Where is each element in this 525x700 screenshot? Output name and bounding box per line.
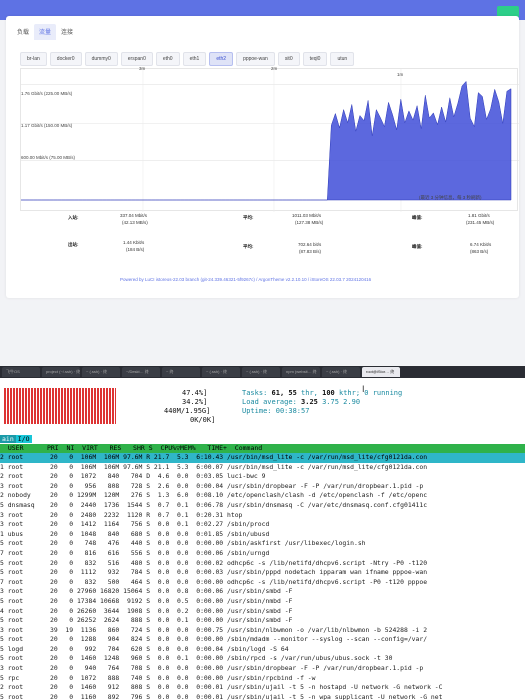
y-label-2: 1.17 Gbit/s (150.00 MB/s) [21,123,73,128]
out-avg-label: 平均: [243,244,254,249]
process-row[interactable]: 4 root 20 0 26260 3644 1908 S 0.0 0.2 0:… [0,607,525,617]
tab-load[interactable]: 负载 [12,24,34,40]
time-mark-1m: 1m [397,72,404,77]
luci-realtime-graphs-page: 负载 流量 连接 br-lan docker0 dummy0 erspan0 eth0 e… [0,0,525,365]
interface-tab-utun[interactable]: utun [330,52,355,66]
in-peak-value: 1.81 Gbit/s [468,213,490,218]
terminal-tab[interactable]: npm (websit… 终 [282,367,320,377]
terminal-window: 飞牛OS project (~/.ssh) · 终 ~ (.ssh) · 终 ~/De… [0,366,525,700]
load-line: Load average: 3.25 3.75 2.90 [242,398,361,406]
interface-tab-dummy0[interactable]: dummy0 [84,52,118,66]
outbound-value: 1.44 Kbit/s [123,240,145,245]
process-row[interactable]: 5 root 20 0 1288 904 824 S 0.0 0.0 0:00.… [0,635,525,645]
process-table: 2 root 20 0 106M 106M 97.6M R 21.7 5.3 6… [0,453,525,700]
terminal-tab[interactable]: ~ (.ssh) · 终 [242,367,280,377]
process-row[interactable]: 5 root 20 0 26252 2624 888 S 0.0 0.1 0:0… [0,616,525,626]
traffic-graph: 3m 2m 1m 1.76 Gbit/s (225.00 MB/s) 1.17 … [20,66,519,212]
process-row[interactable]: 3 root 20 0 956 808 728 S 2.6 0.0 0:00.0… [0,482,525,492]
in-peak-label: 峰值: [412,215,423,220]
terminal-tab[interactable]: ~ 终 [162,367,200,377]
process-row[interactable]: 2 root 20 0 1460 912 808 S 0.0 0.0 0:00.… [0,683,525,693]
cpu2-percent: 34.2%] [182,398,208,406]
inbound-value: 337.04 Mbit/s [120,213,148,218]
process-row[interactable]: 5 root 20 0 1112 932 784 S 0.0 0.0 0:00.… [0,568,525,578]
process-row[interactable]: 7 root 20 0 816 616 556 S 0.0 0.0 0:00.0… [0,549,525,559]
outbound-bytes: (184 B/s) [126,247,145,252]
in-avg-bytes: (127.38 MB/s) [295,220,324,225]
y-label-1: 1.76 Gbit/s (225.00 MB/s) [21,91,73,96]
process-row[interactable]: 3 root 20 0 27960 16820 15064 S 0.0 0.8 … [0,587,525,597]
in-peak-bytes: (231.45 MB/s) [466,220,495,225]
interface-tab-eth2[interactable]: eth2 [209,52,234,66]
process-row[interactable]: 3 root 39 19 1136 860 724 S 0.0 0.0 0:00… [0,626,525,636]
process-row[interactable]: 2 root 20 0 1072 840 704 D 4.6 0.0 0:03.… [0,472,525,482]
photo-composite: { "luci":{ "tabs":["负载","流量","连接"], "act… [0,0,525,700]
out-avg-value: 702.64 bit/s [298,242,322,247]
interface-tabs: br-lan docker0 dummy0 erspan0 eth0 eth1 eth2 pp… [20,52,355,66]
time-mark-3m: 3m [139,66,146,71]
uptime-line: Uptime: 00:38:57 [242,407,310,415]
terminal-tab[interactable]: root@iStor… 终 [362,367,400,377]
interface-tab-br-lan[interactable]: br-lan [20,52,47,66]
process-row[interactable]: 5 root 20 0 1160 892 796 S 0.0 0.0 0:00.… [0,693,525,700]
interface-tab-docker0[interactable]: docker0 [49,52,82,66]
footer-powered-by[interactable]: Powered by LuCI istoreos-22.03 branch (g… [120,277,371,282]
cpu1-percent: 47.4%] [182,389,208,397]
process-row[interactable]: 5 rpc 20 0 1072 888 740 S 0.0 0.0 0:00.0… [0,674,525,684]
traffic-graph-svg [21,69,519,212]
terminal-tab[interactable]: ~ (.ssh) · 终 [202,367,240,377]
interface-tab-pppoe-wan[interactable]: pppoe-wan [236,52,275,66]
process-row[interactable]: 3 root 20 0 2480 2232 1120 R 0.7 0.1 0:2… [0,511,525,521]
cpu-meter-bars [4,388,116,424]
process-row[interactable]: 1 ubus 20 0 1048 840 680 S 0.0 0.0 0:01.… [0,530,525,540]
inbound-bytes: (42.13 MB/s) [122,220,148,225]
inbound-area-series [21,80,512,201]
process-row[interactable]: 5 root 20 0 17384 10668 9192 S 0.0 0.5 0… [0,597,525,607]
interface-tab-sit0[interactable]: sit0 [277,52,300,66]
tab-main[interactable]: ain [0,435,16,443]
tasks-line: Tasks: 61, 55 thr, 100 kthr; 0 running [242,389,403,397]
process-row[interactable]: 5 root 20 0 1460 1248 960 S 0.0 0.1 0:00… [0,654,525,664]
realtime-tabs: 负载 流量 连接 [12,24,78,40]
process-row[interactable]: 5 root 20 0 748 476 440 S 0.0 0.0 0:00.0… [0,539,525,549]
tab-io[interactable]: I/O [15,435,32,443]
window-note: (最近 3 分钟信息，每 3 秒刷新) [419,195,482,200]
y-label-3: 600.00 Mbit/s (75.00 MB/s) [21,155,76,160]
terminal-tab-bar: 飞牛OS project (~/.ssh) · 终 ~ (.ssh) · 终 ~/De… [0,366,525,378]
process-row[interactable]: 5 root 20 0 832 516 480 S 0.0 0.0 0:00.0… [0,559,525,569]
inbound-label: 入站: [68,215,79,220]
tab-connections[interactable]: 连接 [56,24,78,40]
interface-tab-eth1[interactable]: eth1 [182,52,207,66]
tab-traffic[interactable]: 流量 [34,24,57,40]
process-row[interactable]: 5 dnsmasq 20 0 2440 1736 1544 S 0.7 0.1 … [0,501,525,511]
process-row[interactable]: 7 root 20 0 832 500 464 S 0.0 0.0 0:00.0… [0,578,525,588]
process-table-header[interactable]: USER PRI NI VIRT RES SHR S CPU%▽MEM% TIM… [0,444,525,453]
terminal-tab[interactable]: project (~/.ssh) · 终 [42,367,80,377]
interface-tab-erspan0[interactable]: erspan0 [120,52,153,66]
time-mark-2m: 2m [271,66,278,71]
swap-meter: 0K/0K] [190,416,216,424]
process-row[interactable]: 2 nobody 20 0 1299M 120M 276 S 1.3 6.0 0… [0,491,525,501]
interface-tab-teql0[interactable]: teql0 [302,52,328,66]
process-row[interactable]: 5 logd 20 0 992 704 620 S 0.0 0.0 0:00.0… [0,645,525,655]
process-row[interactable]: 3 root 20 0 1412 1164 756 S 0.0 0.1 0:02… [0,520,525,530]
out-peak-label: 峰值: [412,244,423,249]
mem-meter: 440M/1.95G] [164,407,211,415]
out-peak-value: 6.74 Kbit/s [470,242,492,247]
terminal-tab[interactable]: ~ (.ssh) · 终 [82,367,120,377]
in-avg-value: 1011.03 Mbit/s [292,213,322,218]
process-row[interactable]: 3 root 20 0 940 764 708 S 0.0 0.0 0:00.0… [0,664,525,674]
out-peak-bytes: (863 B/s) [470,249,489,254]
terminal-tab[interactable]: ~ (.ssh) · 终 [322,367,360,377]
terminal-tab[interactable]: ~/Deskt… 终 [122,367,160,377]
in-avg-label: 平均: [243,215,254,220]
interface-tab-eth0[interactable]: eth0 [155,52,180,66]
process-row[interactable]: 1 root 20 0 106M 106M 97.6M S 21.1 5.3 6… [0,463,525,473]
htop-tab-bar: ain I/O [0,435,32,443]
out-avg-bytes: (87.83 B/s) [299,249,322,254]
htop-screen[interactable]: I 47.4%] 34.2%] 440M/1.95G] 0K/0K] Tasks… [0,378,525,700]
outbound-label: 出站: [68,242,79,247]
terminal-tab[interactable]: 飞牛OS [2,367,40,377]
process-row[interactable]: 2 root 20 0 106M 106M 97.6M R 21.7 5.3 6… [0,453,525,463]
